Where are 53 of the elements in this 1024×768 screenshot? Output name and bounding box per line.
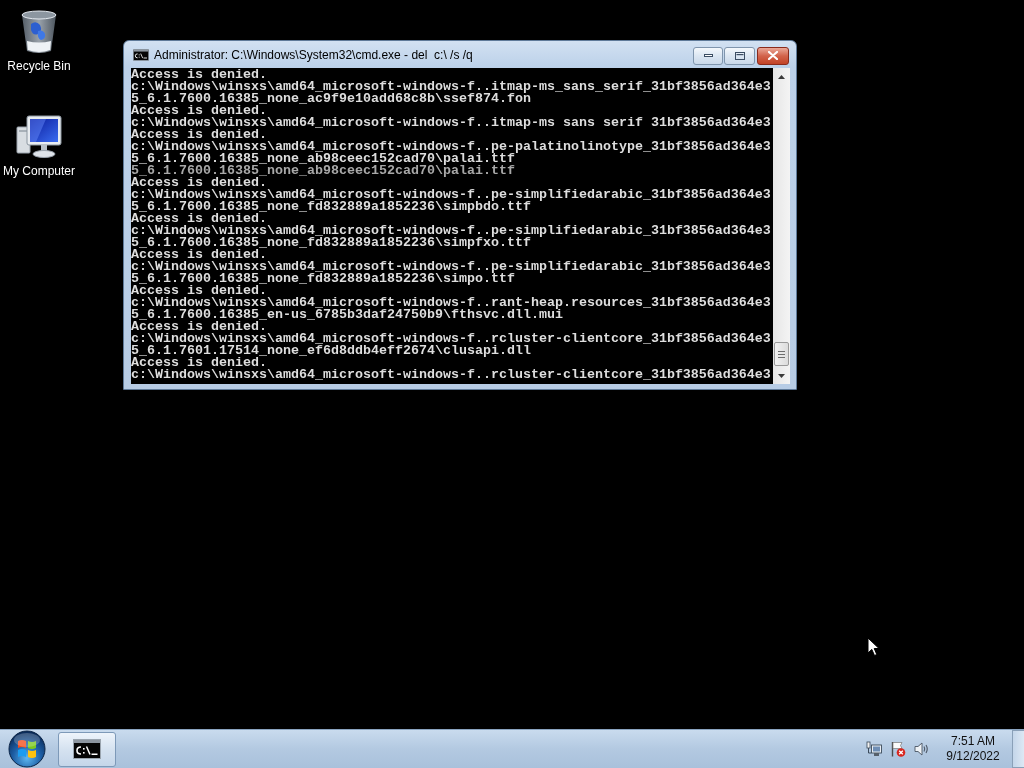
console-line: c:\Windows\winsxs\amd64_microsoft-windows-f..itmap-ms_sans_serif_31bf3856ad364e3 <box>131 81 771 93</box>
clock-time: 7:51 AM <box>951 734 995 749</box>
taskbar-button[interactable] <box>58 731 116 767</box>
console-icon <box>73 739 101 759</box>
down-arrow-icon <box>778 373 785 378</box>
console-line: c:\Windows\winsxs\amd64_microsoft-windows-f..pe-palatinolinotype_31bf3856ad364e3 <box>131 141 771 153</box>
console-line: Access is denied. <box>131 177 267 189</box>
clock-date: 9/12/2022 <box>946 749 1000 764</box>
console-line: Access is denied. <box>131 105 267 117</box>
console-line: c:\Windows\winsxs\amd64_microsoft-windows-f..pe-simplifiedarabic_31bf3856ad364e3 <box>131 225 771 237</box>
grip-icon <box>778 350 785 358</box>
window-title: Administrator: C:\Windows\System32\cmd.exe - del c:\ /s /q <box>154 47 474 62</box>
console-line: 5_6.1.7600.16385_none_fd832889a1852236\simpbdo.ttf <box>131 201 531 213</box>
console-line: Access is denied. <box>131 285 267 297</box>
volume-icon[interactable] <box>914 741 930 757</box>
minimize-icon <box>703 54 713 57</box>
console-line: Access is denied. <box>131 69 267 81</box>
console-line: 5_6.1.7600.16385_none_ab98ceec152cad70\palai.ttf <box>131 153 515 165</box>
scrollbar-thumb[interactable] <box>774 342 789 366</box>
network-icon[interactable] <box>866 741 882 757</box>
desktop-icon-label[interactable]: Recycle Bin <box>7 59 71 73</box>
console-line: 5_6.1.7600.16385_none_ac9f9e10add68c8b\ssef874.fon <box>131 93 531 105</box>
console-line: c:\Windows\winsxs\amd64_microsoft-windows-f..itmap-ms sans serif 31bf3856ad364e3 <box>131 117 771 129</box>
mouse-pointer-icon <box>867 637 880 657</box>
computer-icon[interactable] <box>15 113 63 161</box>
console-line: Access is denied. <box>131 357 267 369</box>
maximize-button[interactable] <box>724 46 755 65</box>
console-line: 5_6.1.7600.16385_en-us_6785b3daf24750b9\fthsvc.dll.mui <box>131 309 563 321</box>
start-button[interactable] <box>8 730 46 768</box>
windows-orb-icon <box>8 730 46 768</box>
desktop-icon-label[interactable]: My Computer <box>3 164 75 178</box>
console-line: c:\Windows\winsxs\amd64_microsoft-windows-f..rcluster-clientcore_31bf3856ad364e3 <box>131 369 771 381</box>
console-line: c:\Windows\winsxs\amd64_microsoft-windows-f..pe-simplifiedarabic_31bf3856ad364e3 <box>131 261 771 273</box>
console-line: c:\Windows\winsxs\amd64_microsoft-windows-f..pe-simplifiedarabic_31bf3856ad364e3 <box>131 189 771 201</box>
flag-icon[interactable] <box>890 741 906 757</box>
console-line: Access is denied. <box>131 321 267 333</box>
console-line: c:\Windows\winsxs\amd64_microsoft-windows-f..rant-heap.resources_31bf3856ad364e3 <box>131 297 771 309</box>
close-icon <box>768 51 778 60</box>
console-line: 5_6.1.7601.17514_none_ef6d8ddb4eff2674\clusapi.dll <box>131 345 531 357</box>
console-line: Access is denied. <box>131 249 267 261</box>
console-line: 5_6.1.7600.16385_none_ab98ceec152cad70\palai.ttf <box>131 165 515 177</box>
close-button[interactable] <box>757 46 789 65</box>
recycle-bin-icon[interactable] <box>19 8 59 56</box>
up-arrow-icon <box>778 74 785 79</box>
console-line: c:\Windows\winsxs\amd64_microsoft-windows-f..rcluster-clientcore_31bf3856ad364e3 <box>131 333 771 345</box>
console-line: Access is denied. <box>131 213 267 225</box>
console-line: 5_6.1.7600.16385_none_fd832889a1852236\simpo.ttf <box>131 273 515 285</box>
maximize-icon <box>734 51 745 60</box>
console-line: 5_6.1.7600.16385_none_fd832889a1852236\simpfxo.ttf <box>131 237 531 249</box>
console-line: Access is denied. <box>131 129 267 141</box>
console-icon <box>133 48 149 61</box>
minimize-button[interactable] <box>693 46 723 65</box>
scrollbar[interactable] <box>773 68 790 384</box>
